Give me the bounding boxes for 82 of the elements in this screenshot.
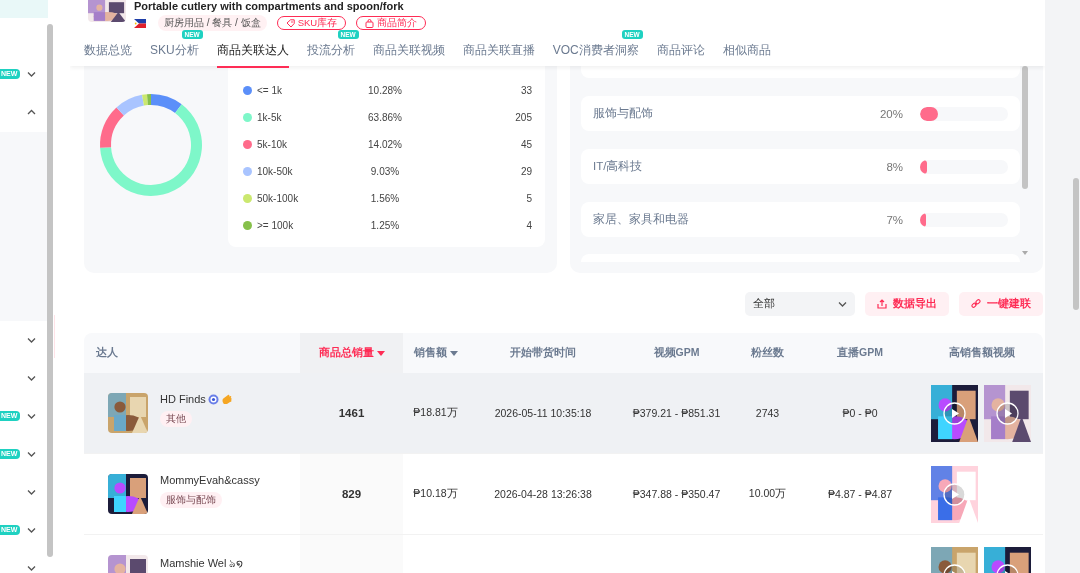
table-row[interactable]: MommyEvah&cassy 服饰与配饰 829 ₱10.18万 2026-04-28 13:26:38 ₱347.88 - ₱350.47 10.00万 ₱4.87 - ₱4.87: [84, 454, 1043, 535]
play-icon: [943, 401, 966, 425]
legend-share: 1.56%: [369, 193, 401, 204]
bag-icon: [365, 18, 375, 28]
tab[interactable]: 投流分析: [306, 39, 355, 68]
legend-count: 45: [519, 139, 532, 150]
video-thumbnail[interactable]: [931, 465, 978, 523]
video-gpm: ₱347.88 - ₱350.47: [631, 487, 722, 502]
tab[interactable]: 商品关联视频: [372, 39, 445, 68]
legend-label: 10k-50k: [257, 166, 293, 177]
legend-label: 1k-5k: [257, 112, 282, 123]
column-header: 粉丝数: [750, 345, 785, 360]
legend-count: 33: [519, 85, 532, 96]
category-tag: 服饰与配饰: [160, 492, 222, 508]
table-row[interactable]: Mamshie Wel ঌ໑: [84, 535, 1043, 573]
revenue: ₱18.81万: [412, 405, 459, 420]
export-icon: [877, 299, 887, 309]
category-label: 服饰与配饰: [593, 106, 654, 121]
category-label: 家居、家具和电器: [593, 212, 690, 227]
video-thumbnail[interactable]: [984, 384, 1031, 442]
category-share: 20%: [878, 107, 903, 120]
legend-label: 50k-100k: [257, 193, 299, 204]
tab[interactable]: SKU分析: [150, 39, 199, 68]
live-gpm: ₱4.87 - ₱4.87: [826, 487, 894, 502]
category-tag: 其他: [160, 411, 192, 427]
legend-label: <= 1k: [257, 85, 283, 96]
creator-name[interactable]: MommyEvah&cassy: [160, 474, 260, 486]
fan-count: 10.00万: [747, 486, 788, 501]
legend-count: 5: [525, 193, 532, 204]
scrollbar-thumb[interactable]: [1022, 66, 1028, 189]
creator-name[interactable]: HD Finds: [160, 393, 206, 405]
live-gpm: ₱0 - ₱0: [841, 406, 879, 421]
video-gpm: ₱379.21 - ₱851.31: [631, 406, 722, 421]
fan-count: 2743: [754, 406, 781, 421]
legend-count: 4: [525, 220, 532, 231]
export-button[interactable]: 数据导出: [865, 292, 949, 316]
start-time: 2026-04-28 13:26:38: [493, 487, 593, 502]
product-intro-button[interactable]: 商品简介: [356, 16, 427, 30]
product-title: Portable cutlery with compartments and spoon/fork: [134, 0, 405, 12]
column-header: 高销售额视频: [947, 345, 1016, 360]
revenue: ₱10.18万: [412, 486, 459, 501]
column-header: 达人: [95, 345, 119, 360]
tag-icon: [285, 18, 295, 28]
legend-share: 10.28%: [367, 85, 403, 96]
scrollbar-thumb[interactable]: [1073, 178, 1079, 310]
category-share: 7%: [885, 213, 903, 226]
flag-icon: [134, 18, 146, 28]
video-thumbnail[interactable]: [931, 384, 978, 442]
legend-share: 1.25%: [369, 220, 401, 231]
tab[interactable]: 商品关联直播: [462, 39, 535, 68]
filter-select[interactable]: 全部: [745, 292, 855, 316]
sku-stock-button[interactable]: SKU库存: [276, 16, 347, 30]
start-time: 2026-05-11 10:35:18: [493, 406, 593, 421]
table-row[interactable]: HD Finds 其他 1461 ₱18.81万 2026-05-11 10:35:18 ₱379.21 - ₱851.31 2743 ₱0 - ₱0: [84, 373, 1043, 454]
play-icon: [943, 482, 966, 506]
chevron-down-icon: [838, 300, 847, 308]
scroll-down-icon: [1022, 251, 1028, 256]
column-header: 视频GPM: [652, 345, 701, 360]
tab[interactable]: 数据总览: [84, 39, 132, 68]
column-header[interactable]: 商品总销量: [300, 333, 403, 373]
creator-name[interactable]: Mamshie Wel ঌ໑: [160, 555, 244, 573]
legend-share: 63.86%: [367, 112, 403, 123]
column-header: 开始带货时间: [509, 345, 577, 360]
category-share: 8%: [885, 160, 903, 173]
tab[interactable]: 相似商品: [722, 39, 771, 68]
column-header: 直播GPM: [836, 345, 884, 360]
category-label: IT/高科技: [593, 159, 644, 174]
tab[interactable]: VOC消费者洞察: [552, 39, 639, 68]
legend-count: 205: [514, 112, 532, 123]
legend-label: >= 100k: [257, 220, 294, 231]
legend-count: 29: [519, 166, 532, 177]
legend-label: 5k-10k: [257, 139, 287, 150]
sales-count: 829: [300, 454, 403, 534]
legend-share: 9.03%: [369, 166, 401, 177]
link-icon: [971, 299, 981, 309]
play-icon: [996, 401, 1019, 425]
column-header[interactable]: 销售额: [403, 333, 468, 373]
tab[interactable]: 商品评论: [656, 39, 705, 68]
category-tag: 厨房用品 / 餐具 / 饭盒: [158, 15, 267, 31]
contact-button[interactable]: 一键建联: [959, 292, 1043, 316]
legend-share: 14.02%: [367, 139, 403, 150]
scrollbar-thumb[interactable]: [47, 24, 53, 557]
